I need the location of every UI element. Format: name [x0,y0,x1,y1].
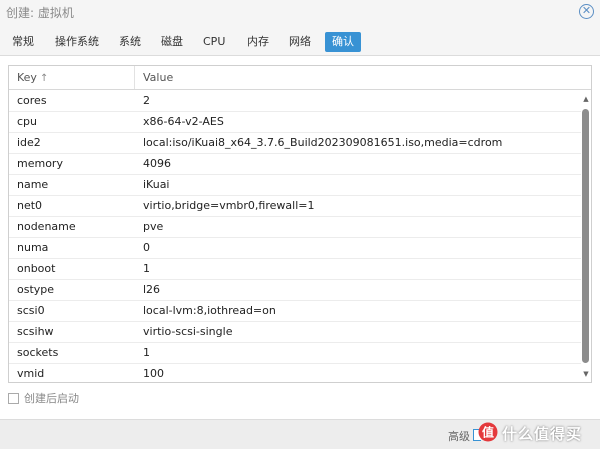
row-key: cpu [17,115,38,128]
table-row[interactable]: ide2 local:iso/iKuai8_x64_3.7.6_Build2023… [9,133,581,154]
start-after-create-label: 创建后启动 [24,392,79,405]
scroll-up-icon[interactable]: ▲ [581,95,591,103]
row-key: scsihw [17,325,54,338]
tab-os[interactable]: 操作系统 [51,32,103,52]
row-key: onboot [17,262,56,275]
grid-header: Key ↑ Value [9,66,591,90]
table-row[interactable]: sockets 1 [9,343,581,364]
tab-confirm[interactable]: 确认 [325,32,361,52]
table-row[interactable]: numa 0 [9,238,581,259]
table-row[interactable]: memory 4096 [9,154,581,175]
row-value: virtio-scsi-single [143,325,233,338]
table-row[interactable]: scsihw virtio-scsi-single [9,322,581,343]
column-header-value-label: Value [143,71,174,84]
svg-text:值: 值 [482,425,494,440]
grid-body: cores 2 cpu x86-64-v2-AES ide2 local:iso/iK… [9,91,581,382]
row-value: 1 [143,262,150,275]
grid-scrollbar[interactable]: ▲ ▼ [581,91,591,382]
table-row[interactable]: cores 2 [9,91,581,112]
start-after-create-checkbox[interactable] [8,393,19,404]
row-value: pve [143,220,164,233]
table-row[interactable]: scsi0 local-lvm:8,iothread=on [9,301,581,322]
row-key: scsi0 [17,304,45,317]
row-value: 100 [143,367,164,380]
watermark: 值 什么值得买 [478,421,600,447]
tab-cpu[interactable]: CPU [199,32,229,52]
table-row[interactable]: cpu x86-64-v2-AES [9,112,581,133]
row-value: 0 [143,241,150,254]
row-key: vmid [17,367,45,380]
scrollbar-thumb[interactable] [582,109,589,363]
row-value: iKuai [143,178,170,191]
row-key: numa [17,241,49,254]
row-value: x86-64-v2-AES [143,115,224,128]
sort-ascending-icon: ↑ [39,73,49,84]
create-vm-dialog: 创建: 虚拟机 ✕ 常规 操作系统 系统 磁盘 CPU 内存 网络 确认 Key… [0,0,600,449]
row-key: name [17,178,49,191]
row-value: 2 [143,94,150,107]
table-row[interactable]: vmid 100 [9,364,581,382]
row-value: l26 [143,283,161,296]
watermark-text: 什么值得买 [502,425,583,443]
row-key: ide2 [17,136,41,149]
column-header-key[interactable]: Key ↑ [9,66,135,89]
row-value: 1 [143,346,150,359]
dialog-titlebar: 创建: 虚拟机 ✕ [0,0,600,26]
tab-system[interactable]: 系统 [115,32,145,52]
wizard-tabs: 常规 操作系统 系统 磁盘 CPU 内存 网络 确认 [0,26,600,56]
dialog-title: 创建: 虚拟机 [6,6,74,20]
smzdm-logo-icon: 值 [478,422,498,442]
tab-disks[interactable]: 磁盘 [157,32,187,52]
close-icon[interactable]: ✕ [579,4,594,19]
scroll-down-icon[interactable]: ▼ [581,370,591,378]
tab-general[interactable]: 常规 [8,32,38,52]
row-key: nodename [17,220,76,233]
summary-grid: Key ↑ Value cores 2 cpu x86-64-v2-AES ide2 l… [8,65,592,383]
tab-memory[interactable]: 内存 [243,32,273,52]
row-key: net0 [17,199,43,212]
table-row[interactable]: ostype l26 [9,280,581,301]
table-row[interactable]: name iKuai [9,175,581,196]
table-row[interactable]: net0 virtio,bridge=vmbr0,firewall=1 [9,196,581,217]
row-key: memory [17,157,63,170]
row-value: virtio,bridge=vmbr0,firewall=1 [143,199,315,212]
advanced-label[interactable]: 高级 [448,428,470,444]
row-key: cores [17,94,47,107]
table-row[interactable]: onboot 1 [9,259,581,280]
column-header-key-label: Key [17,71,37,84]
row-value: local-lvm:8,iothread=on [143,304,276,317]
tab-network[interactable]: 网络 [285,32,315,52]
column-header-value[interactable]: Value [135,66,579,89]
row-value: local:iso/iKuai8_x64_3.7.6_Build20230908… [143,136,503,149]
table-row[interactable]: nodename pve [9,217,581,238]
row-key: sockets [17,346,59,359]
row-key: ostype [17,283,55,296]
row-value: 4096 [143,157,171,170]
